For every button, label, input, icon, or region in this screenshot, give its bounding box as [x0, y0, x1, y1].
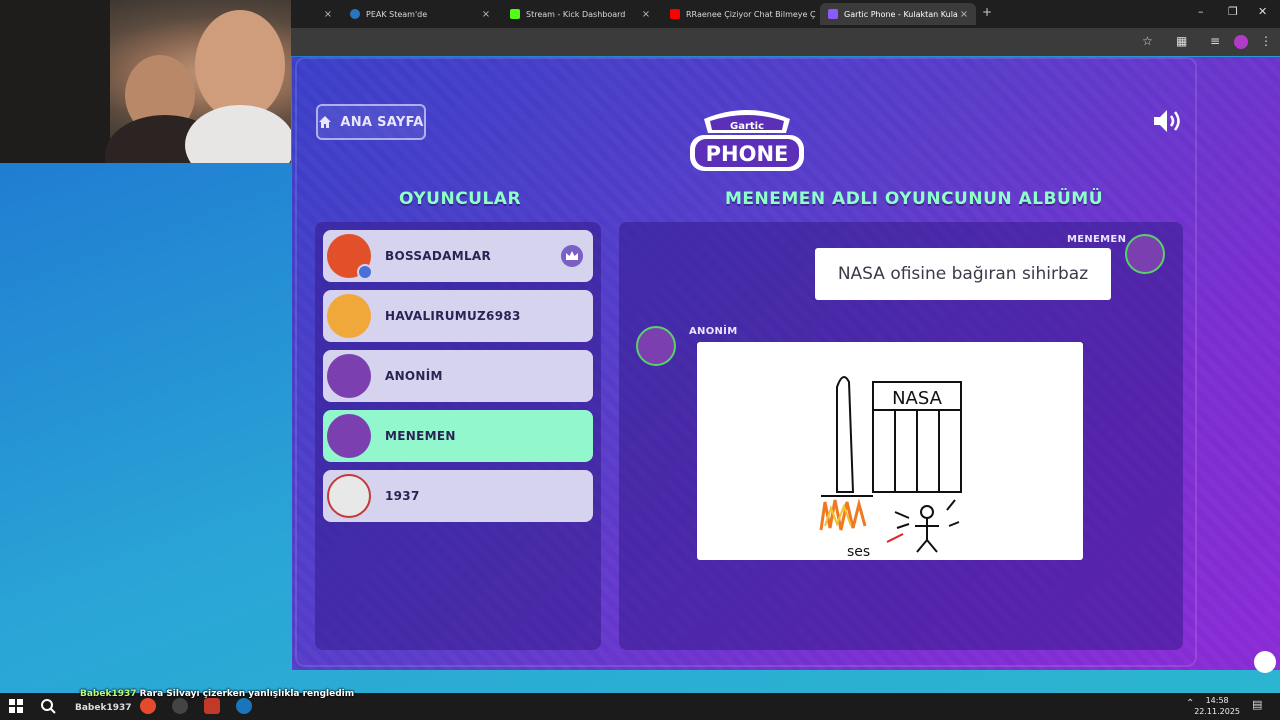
player-row-selected[interactable]: MENEMEN [323, 410, 593, 462]
youtube-icon [670, 9, 680, 19]
player-row[interactable]: HAVALIRUMUZ6983 [323, 290, 593, 342]
album-heading: MENEMEN ADLI OYUNCUNUN ALBÜMÜ [725, 189, 1104, 209]
chat-user-echo: Babek1937 [75, 703, 132, 713]
player-name: HAVALIRUMUZ6983 [385, 309, 521, 323]
chat-user: Babek1937 [80, 689, 137, 699]
windows-start-icon[interactable] [8, 698, 24, 714]
close-icon[interactable]: × [958, 9, 970, 20]
player-avatar [327, 234, 373, 280]
browser-tab-youtube[interactable]: RRaenee Çiziyor Chat Bilmeye Ç [662, 3, 818, 25]
webcam-person-right [195, 10, 285, 120]
player-avatar [327, 414, 371, 458]
new-tab-button[interactable]: + [982, 5, 992, 19]
prompt-bubble: NASA ofisine bağıran sihirbaz [815, 248, 1111, 300]
home-button[interactable]: ANA SAYFA [316, 104, 426, 140]
browser-tab-peak-steam[interactable]: PEAK Steam'de × [342, 3, 498, 25]
drawing-canvas: NASA ses [819, 376, 962, 560]
players-panel: BOSSADAMLAR HAVALIRUMUZ6983 ANONİM MENEM… [315, 222, 601, 650]
kick-icon [510, 9, 520, 19]
album-panel: MENEMEN NASA ofisine bağıran sihirbaz AN… [619, 222, 1183, 650]
media-icon[interactable]: ≡ [1210, 34, 1220, 48]
player-name: MENEMEN [385, 429, 456, 443]
profile-avatar[interactable] [1234, 35, 1248, 49]
steam-taskbar-icon[interactable] [236, 698, 252, 714]
player-avatar [327, 474, 371, 518]
drawing-label: NASA [892, 388, 943, 409]
user-badge-icon [357, 264, 373, 280]
obs-icon[interactable] [172, 698, 188, 714]
player-avatar [327, 354, 371, 398]
player-row[interactable]: ANONİM [323, 350, 593, 402]
player-row[interactable]: 1937 [323, 470, 593, 522]
drawer-avatar [636, 326, 676, 366]
crown-icon [561, 245, 583, 267]
system-clock[interactable]: 14:58 22.11.2025 [1194, 695, 1240, 717]
home-button-label: ANA SAYFA [340, 114, 424, 130]
extensions-icon[interactable]: ▦ [1176, 34, 1187, 48]
album-drawing[interactable]: NASA ses [697, 342, 1083, 560]
speaker-icon[interactable] [1152, 107, 1184, 135]
logo-bottom-text: PHONE [706, 142, 789, 166]
extension-chip[interactable] [1254, 651, 1276, 673]
clock-date: 22.11.2025 [1194, 707, 1240, 716]
webcam-overlay [0, 0, 291, 163]
player-name: BOSSADAMLAR [385, 249, 492, 263]
notifications-icon[interactable]: ▤ [1252, 698, 1268, 714]
player-row[interactable]: BOSSADAMLAR [323, 230, 593, 282]
tab-title: Gartic Phone - Kulaktan Kulağa [844, 9, 958, 19]
album-author-name: MENEMEN [1067, 234, 1127, 245]
gartic-icon [828, 9, 838, 19]
star-icon[interactable]: ☆ [1142, 34, 1153, 48]
minimize-icon[interactable]: – [1198, 5, 1204, 18]
author-avatar [1125, 234, 1165, 274]
chat-overlay: Babek1937 Rara Silvayı çizerken yanlışlı… [80, 689, 354, 699]
players-heading: OYUNCULAR [399, 189, 522, 209]
home-icon [319, 116, 332, 128]
drawing-caption: ses [847, 544, 870, 560]
menu-icon[interactable]: ⋮ [1260, 34, 1272, 48]
tab-title: Stream - Kick Dashboard [526, 9, 626, 19]
player-name: ANONİM [385, 369, 443, 383]
player-name: 1937 [385, 489, 420, 503]
clock-time: 14:58 [1205, 696, 1229, 705]
logo-top-text: Gartic [730, 121, 764, 132]
tab-title: RRaenee Çiziyor Chat Bilmeye Ç [686, 9, 816, 19]
drawer-name: ANONİM [689, 326, 738, 337]
player-avatar [327, 294, 371, 338]
window-close-icon[interactable]: ✕ [1258, 5, 1267, 18]
webcam-monitor [0, 0, 110, 163]
chat-message: Rara Silvayı çizerken yanlışlıkla rengle… [139, 689, 355, 699]
steam-icon [350, 9, 360, 19]
browser-tab-kick-dashboard[interactable]: Stream - Kick Dashboard × [502, 3, 658, 25]
gartic-phone-page: ANA SAYFA Gartic PHONE OYUNCULAR MENEMEN… [292, 57, 1280, 670]
webcam-shirt-right [185, 105, 291, 163]
search-icon[interactable] [40, 698, 56, 714]
maximize-icon[interactable]: ❐ [1228, 5, 1238, 18]
browser-tab-gartic-phone[interactable]: Gartic Phone - Kulaktan Kulağa × [820, 3, 976, 25]
tab-title: PEAK Steam'de [366, 9, 428, 19]
gartic-phone-logo: Gartic PHONE [690, 110, 804, 171]
close-icon[interactable]: × [322, 9, 334, 20]
chrome-icon[interactable] [140, 698, 156, 714]
prompt-text: NASA ofisine bağıran sihirbaz [837, 264, 1089, 284]
winrar-icon[interactable] [204, 698, 220, 714]
close-icon[interactable]: × [480, 9, 492, 20]
close-icon[interactable]: × [640, 9, 652, 20]
